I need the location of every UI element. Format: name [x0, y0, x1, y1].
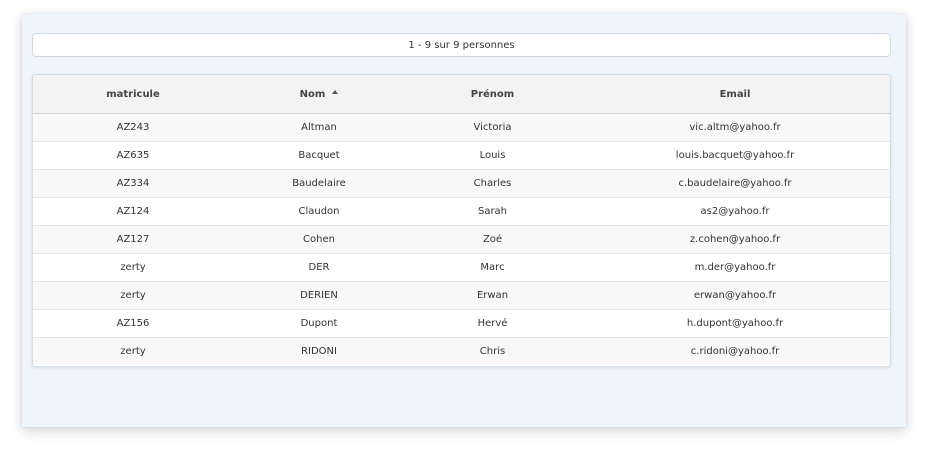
cell-matricule: AZ635	[33, 141, 233, 170]
cell-matricule: AZ334	[33, 169, 233, 198]
app-panel: 1 - 9 sur 9 personnes matricule Nom Prén…	[22, 14, 906, 427]
cell-email: vic.altm@yahoo.fr	[580, 113, 890, 142]
column-header-label: Email	[719, 88, 751, 100]
cell-prenom: Victoria	[405, 113, 580, 142]
cell-matricule: AZ156	[33, 309, 233, 338]
cell-nom: Dupont	[233, 309, 405, 338]
cell-prenom: Louis	[405, 141, 580, 170]
cell-matricule: AZ127	[33, 225, 233, 254]
cell-matricule: zerty	[33, 281, 233, 310]
column-header-label: Prénom	[470, 88, 515, 100]
table-body: AZ243 Altman Victoria vic.altm@yahoo.fr AZ63…	[33, 113, 890, 365]
cell-prenom: Hervé	[405, 309, 580, 338]
cell-email: c.ridoni@yahoo.fr	[580, 337, 890, 365]
cell-nom: RIDONI	[233, 337, 405, 365]
pagination-summary: 1 - 9 sur 9 personnes	[32, 33, 891, 57]
table-row[interactable]: AZ124 Claudon Sarah as2@yahoo.fr	[33, 197, 890, 226]
cell-prenom: Charles	[405, 169, 580, 198]
column-header-nom[interactable]: Nom	[233, 75, 405, 114]
cell-nom: Altman	[233, 113, 405, 142]
table-row[interactable]: zerty RIDONI Chris c.ridoni@yahoo.fr	[33, 337, 890, 365]
cell-nom: DER	[233, 253, 405, 282]
table-row[interactable]: zerty DERIEN Erwan erwan@yahoo.fr	[33, 281, 890, 310]
column-header-matricule[interactable]: matricule	[33, 75, 233, 114]
table-header-row: matricule Nom Prénom Email	[33, 75, 890, 114]
cell-nom: Bacquet	[233, 141, 405, 170]
cell-prenom: Sarah	[405, 197, 580, 226]
table-row[interactable]: AZ127 Cohen Zoé z.cohen@yahoo.fr	[33, 225, 890, 254]
persons-table: matricule Nom Prénom Email AZ243 Altman Vi…	[33, 75, 890, 365]
cell-matricule: zerty	[33, 337, 233, 365]
column-header-label: matricule	[106, 88, 160, 100]
cell-email: h.dupont@yahoo.fr	[580, 309, 890, 338]
cell-matricule: AZ124	[33, 197, 233, 226]
persons-table-container: matricule Nom Prénom Email AZ243 Altman Vi…	[32, 74, 891, 367]
cell-email: m.der@yahoo.fr	[580, 253, 890, 282]
table-row[interactable]: AZ635 Bacquet Louis louis.bacquet@yahoo.fr	[33, 141, 890, 170]
cell-email: z.cohen@yahoo.fr	[580, 225, 890, 254]
cell-nom: DERIEN	[233, 281, 405, 310]
cell-prenom: Marc	[405, 253, 580, 282]
table-header: matricule Nom Prénom Email	[33, 75, 890, 114]
cell-email: erwan@yahoo.fr	[580, 281, 890, 310]
cell-nom: Cohen	[233, 225, 405, 254]
pagination-summary-text: 1 - 9 sur 9 personnes	[408, 39, 515, 51]
table-row[interactable]: AZ334 Baudelaire Charles c.baudelaire@yahoo…	[33, 169, 890, 198]
cell-email: louis.bacquet@yahoo.fr	[580, 141, 890, 170]
cell-prenom: Erwan	[405, 281, 580, 310]
cell-email: c.baudelaire@yahoo.fr	[580, 169, 890, 198]
cell-nom: Baudelaire	[233, 169, 405, 198]
column-header-label: Nom	[299, 88, 326, 100]
cell-nom: Claudon	[233, 197, 405, 226]
table-row[interactable]: AZ156 Dupont Hervé h.dupont@yahoo.fr	[33, 309, 890, 338]
cell-matricule: zerty	[33, 253, 233, 282]
column-header-email[interactable]: Email	[580, 75, 890, 114]
column-header-prenom[interactable]: Prénom	[405, 75, 580, 114]
table-row[interactable]: AZ243 Altman Victoria vic.altm@yahoo.fr	[33, 113, 890, 142]
cell-prenom: Zoé	[405, 225, 580, 254]
table-row[interactable]: zerty DER Marc m.der@yahoo.fr	[33, 253, 890, 282]
cell-matricule: AZ243	[33, 113, 233, 142]
sort-ascending-icon	[332, 89, 339, 94]
cell-prenom: Chris	[405, 337, 580, 365]
cell-email: as2@yahoo.fr	[580, 197, 890, 226]
